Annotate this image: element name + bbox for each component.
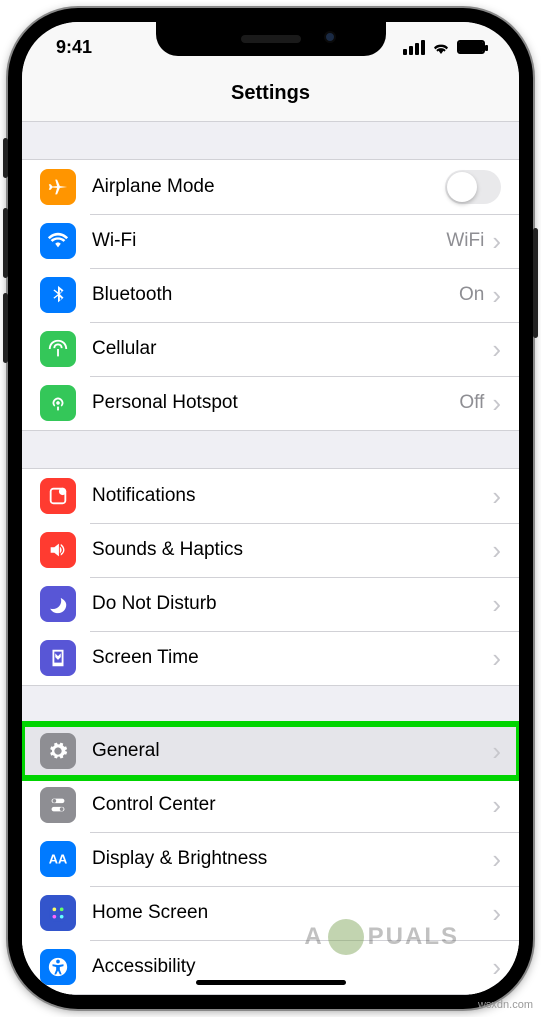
speaker-grille — [241, 35, 301, 43]
row-label: Bluetooth — [92, 284, 459, 306]
mute-switch — [3, 138, 8, 178]
dnd-icon — [40, 586, 76, 622]
watermark-face-icon — [328, 919, 364, 955]
bluetooth-icon — [40, 277, 76, 313]
front-camera — [324, 31, 336, 43]
row-label: Sounds & Haptics — [92, 539, 492, 561]
row-label: General — [92, 740, 492, 762]
row-screentime[interactable]: Screen Time› — [22, 631, 519, 685]
status-time: 9:41 — [56, 37, 92, 58]
screen: 9:41 Settings Airplane ModeWi-FiWiFi›Blu… — [22, 22, 519, 995]
cellular-signal-icon — [403, 40, 425, 55]
row-dnd[interactable]: Do Not Disturb› — [22, 577, 519, 631]
row-notifications[interactable]: Notifications› — [22, 469, 519, 523]
row-label: Wi-Fi — [92, 230, 446, 252]
row-label: Notifications — [92, 485, 492, 507]
row-label: Do Not Disturb — [92, 593, 492, 615]
row-label: Airplane Mode — [92, 176, 445, 198]
chevron-right-icon: › — [492, 336, 501, 362]
chevron-right-icon: › — [492, 645, 501, 671]
page-title: Settings — [22, 72, 519, 122]
display-icon: AA — [40, 841, 76, 877]
side-button — [533, 228, 538, 338]
battery-icon — [457, 40, 485, 54]
wifi-icon — [40, 223, 76, 259]
row-label: Personal Hotspot — [92, 392, 459, 414]
chevron-right-icon: › — [492, 954, 501, 980]
group-spacer — [22, 686, 519, 724]
home-indicator[interactable] — [196, 980, 346, 985]
cellular-icon — [40, 331, 76, 367]
row-value: On — [459, 284, 484, 306]
home-icon — [40, 895, 76, 931]
settings-list[interactable]: Airplane ModeWi-FiWiFi›BluetoothOn›Cellu… — [22, 122, 519, 995]
chevron-right-icon: › — [492, 483, 501, 509]
airplane-toggle[interactable] — [445, 170, 501, 204]
phone-frame: 9:41 Settings Airplane ModeWi-FiWiFi›Blu… — [8, 8, 533, 1009]
chevron-right-icon: › — [492, 738, 501, 764]
airplane-icon — [40, 169, 76, 205]
row-display[interactable]: AA Display & Brightness› — [22, 832, 519, 886]
sounds-icon — [40, 532, 76, 568]
chevron-right-icon: › — [492, 900, 501, 926]
row-sounds[interactable]: Sounds & Haptics› — [22, 523, 519, 577]
settings-group: Airplane ModeWi-FiWiFi›BluetoothOn›Cellu… — [22, 160, 519, 431]
group-spacer — [22, 122, 519, 160]
notifications-icon — [40, 478, 76, 514]
group-spacer — [22, 431, 519, 469]
notch — [156, 22, 386, 56]
row-label: Display & Brightness — [92, 848, 492, 870]
row-hotspot[interactable]: Personal HotspotOff › — [22, 376, 519, 430]
row-general[interactable]: General› — [22, 724, 519, 778]
row-label: Screen Time — [92, 647, 492, 669]
chevron-right-icon: › — [492, 390, 501, 416]
row-bluetooth[interactable]: BluetoothOn › — [22, 268, 519, 322]
row-label: Accessibility — [92, 956, 492, 978]
chevron-right-icon: › — [492, 282, 501, 308]
volume-down-button — [3, 293, 8, 363]
svg-text:AA: AA — [49, 852, 68, 867]
watermark: A PUALS — [304, 919, 459, 955]
chevron-right-icon: › — [492, 591, 501, 617]
row-control[interactable]: Control Center› — [22, 778, 519, 832]
row-label: Cellular — [92, 338, 492, 360]
volume-up-button — [3, 208, 8, 278]
chevron-right-icon: › — [492, 537, 501, 563]
chevron-right-icon: › — [492, 228, 501, 254]
general-icon — [40, 733, 76, 769]
row-airplane[interactable]: Airplane Mode — [22, 160, 519, 214]
settings-group: Notifications›Sounds & Haptics›Do Not Di… — [22, 469, 519, 686]
row-value: WiFi — [446, 230, 484, 252]
source-note: wsxdn.com — [478, 999, 533, 1011]
row-label: Control Center — [92, 794, 492, 816]
control-icon — [40, 787, 76, 823]
row-wifi[interactable]: Wi-FiWiFi › — [22, 214, 519, 268]
chevron-right-icon: › — [492, 846, 501, 872]
row-value: Off — [459, 392, 484, 414]
wifi-icon — [431, 40, 451, 54]
row-cellular[interactable]: Cellular› — [22, 322, 519, 376]
screentime-icon — [40, 640, 76, 676]
chevron-right-icon: › — [492, 792, 501, 818]
hotspot-icon — [40, 385, 76, 421]
accessibility-icon — [40, 949, 76, 985]
